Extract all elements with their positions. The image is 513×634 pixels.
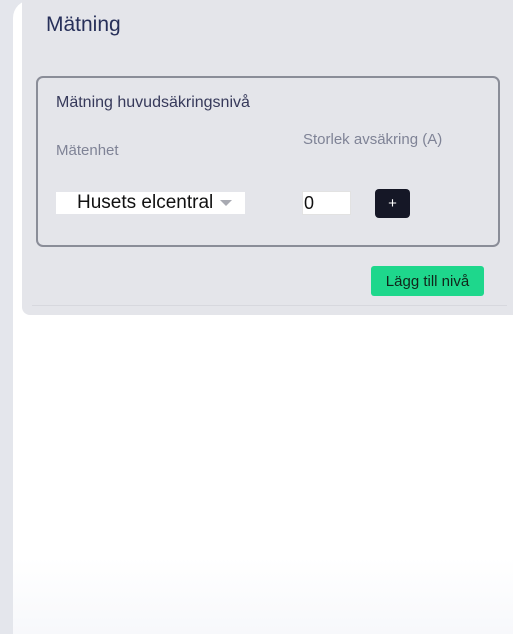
- divider: [32, 305, 507, 306]
- unit-column-label: Mätenhet: [56, 142, 119, 159]
- measurement-unit-select[interactable]: Husets elcentral: [56, 192, 245, 214]
- measurement-card: Mätning Mätning huvudsäkringsnivå Mätenh…: [22, 0, 513, 315]
- main-fuse-level-panel: Mätning huvudsäkringsnivå Mätenhet Storl…: [36, 76, 500, 247]
- add-button[interactable]: +: [375, 189, 410, 218]
- measurement-unit-value: Husets elcentral: [77, 192, 214, 213]
- add-level-button[interactable]: Lägg till nivå: [371, 266, 484, 296]
- card-title: Mätning: [46, 13, 121, 36]
- fuse-size-input[interactable]: [302, 191, 351, 215]
- chevron-down-icon: [220, 200, 233, 206]
- fuse-size-column-label: Storlek avsäkring (A): [303, 131, 443, 148]
- level-title: Mätning huvudsäkringsnivå: [56, 94, 250, 111]
